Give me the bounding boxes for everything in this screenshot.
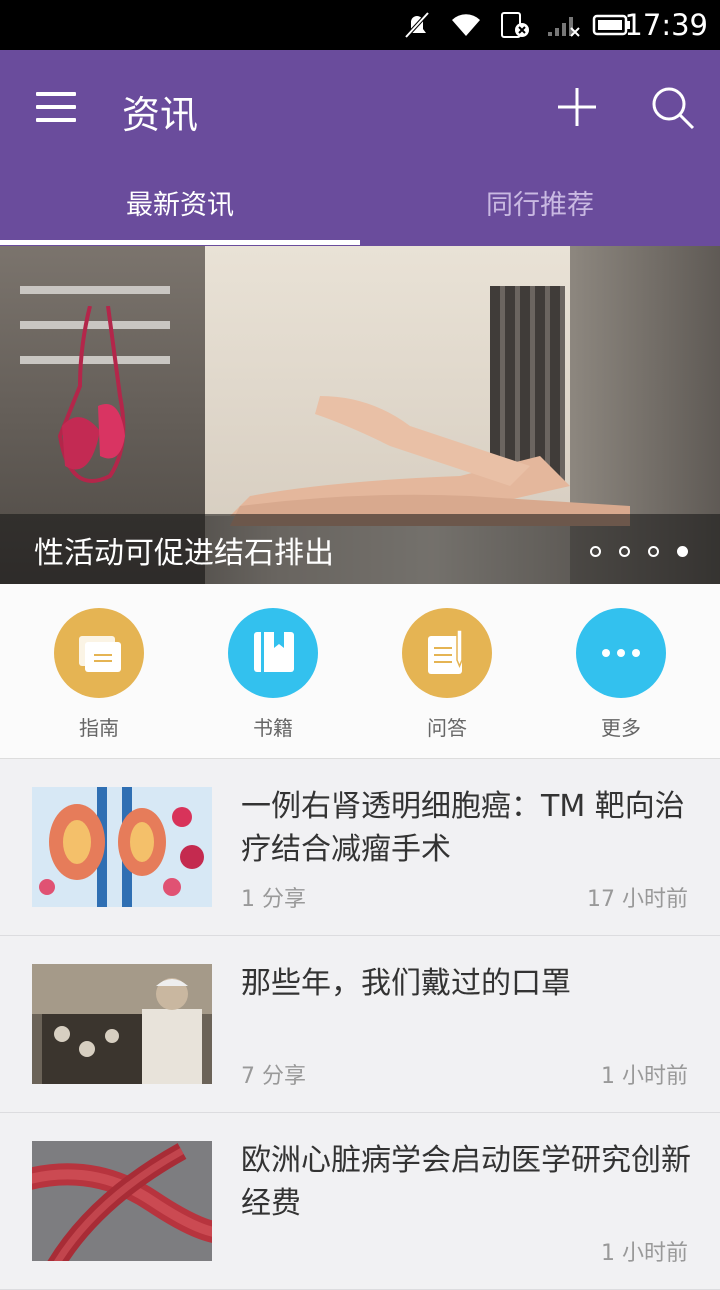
news-title: 那些年，我们戴过的口罩 (241, 966, 571, 1001)
news-time: 1 小时前 (601, 1241, 688, 1266)
shortcut-qa[interactable]: 问答 (377, 608, 517, 741)
sim-card-icon (501, 12, 529, 38)
shortcut-label: 问答 (427, 716, 467, 740)
shortcut-guide[interactable]: 指南 (29, 608, 169, 741)
banner-image-garment (57, 306, 126, 483)
shortcut-label: 指南 (79, 716, 119, 740)
scientist-photo (32, 964, 212, 1084)
shortcut-grid: 指南 书籍 问答 更多 (0, 584, 720, 759)
page-title: 资讯 (122, 93, 199, 137)
kidney-image (32, 787, 212, 907)
tab-indicator (0, 240, 360, 245)
news-title: 欧洲心脏病学会启动医学研究创新经费 (241, 1143, 691, 1221)
more-icon (576, 608, 666, 698)
banner-image-legs (230, 396, 630, 526)
status-bar: 17:39 (0, 0, 720, 50)
news-item[interactable]: 那些年，我们戴过的口罩 7 分享 1 小时前 (0, 936, 720, 1113)
notifications-muted-icon (404, 11, 430, 39)
add-icon[interactable] (556, 86, 598, 128)
signal-icon (548, 17, 580, 37)
guide-icon (54, 608, 144, 698)
shortcut-label: 更多 (601, 716, 641, 740)
tab-latest-news[interactable]: 最新资讯 (0, 176, 360, 246)
menu-icon[interactable] (36, 92, 76, 122)
search-icon[interactable] (650, 85, 696, 131)
news-title: 一例右肾透明细胞癌：TM 靶向治疗结合减瘤手术 (241, 789, 685, 867)
carousel-indicator (572, 542, 688, 561)
featured-banner[interactable]: 性活动可促进结石排出 (0, 246, 720, 584)
shortcut-books[interactable]: 书籍 (203, 608, 343, 741)
news-time: 17 小时前 (587, 887, 688, 912)
app-bar: 资讯 最新资讯 同行推荐 (0, 50, 720, 246)
news-share-count: 7 分享 (241, 1064, 306, 1089)
wifi-icon (452, 14, 480, 36)
banner-caption: 性活动可促进结石排出 (34, 536, 334, 571)
news-time: 1 小时前 (601, 1064, 688, 1089)
carousel-dot[interactable] (619, 546, 630, 557)
news-item[interactable]: 欧洲心脏病学会启动医学研究创新经费 1 小时前 (0, 1113, 720, 1290)
carousel-dot[interactable] (648, 546, 659, 557)
tab-bar: 最新资讯 同行推荐 (0, 176, 720, 246)
clock: 17:39 (624, 8, 708, 42)
news-share-count: 1 分享 (241, 887, 306, 912)
tab-peer-recommendations[interactable]: 同行推荐 (360, 176, 720, 246)
qa-icon (402, 608, 492, 698)
carousel-dot-active[interactable] (677, 546, 688, 557)
book-icon (228, 608, 318, 698)
blood-vessel-image (32, 1141, 212, 1261)
carousel-dot[interactable] (590, 546, 601, 557)
shortcut-more[interactable]: 更多 (551, 608, 691, 741)
news-item[interactable]: 一例右肾透明细胞癌：TM 靶向治疗结合减瘤手术 1 分享 17 小时前 (0, 759, 720, 936)
shortcut-label: 书籍 (253, 716, 293, 740)
